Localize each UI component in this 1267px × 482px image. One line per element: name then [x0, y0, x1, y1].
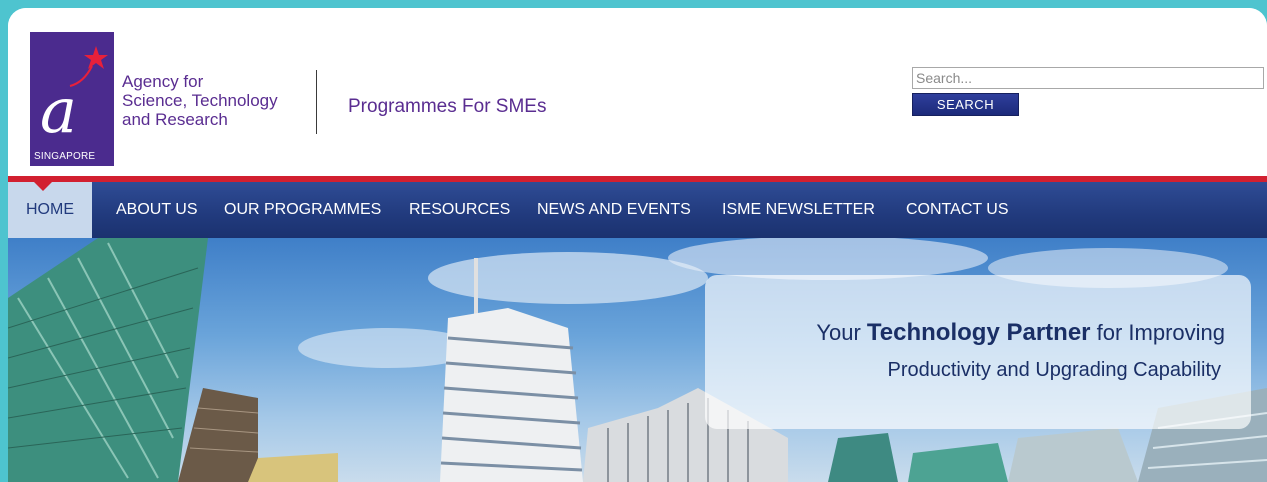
agency-name: Agency for Science, Technology and Resea… — [122, 72, 312, 129]
nav-item-our-programmes[interactable]: OUR PROGRAMMES — [206, 182, 399, 238]
tagline-part2: for Improving — [1090, 320, 1225, 345]
agency-name-line3: and Research — [122, 110, 228, 129]
logo-country-label: SINGAPORE — [34, 151, 96, 162]
search-input[interactable] — [912, 67, 1264, 89]
header-divider — [316, 70, 317, 134]
main-nav: HOME ABOUT US OUR PROGRAMMES RESOURCES N… — [8, 182, 1267, 238]
astar-logo[interactable]: a SINGAPORE — [30, 32, 114, 166]
search-button[interactable]: SEARCH — [912, 93, 1019, 116]
logo-letter: a — [40, 74, 77, 147]
astar-logo-mark: a — [40, 46, 108, 147]
nav-item-news-and-events[interactable]: NEWS AND EVENTS — [519, 182, 709, 238]
tagline-highlight: Technology Partner — [866, 319, 1091, 346]
red-star-icon — [84, 46, 108, 69]
nav-item-resources[interactable]: RESOURCES — [391, 182, 528, 238]
agency-name-line1: Agency for — [122, 72, 204, 91]
agency-name-line2: Science, Technology — [122, 91, 278, 110]
hero-banner: Your Technology Partner for Improving Pr… — [8, 238, 1267, 482]
active-nav-pointer-icon — [34, 182, 52, 191]
tagline-line1: Your Technology Partner for Improving — [705, 319, 1251, 347]
tagline-part1: Your — [816, 320, 867, 345]
tagline-panel: Your Technology Partner for Improving Pr… — [705, 275, 1251, 429]
site-header: a SINGAPORE Agency for Science, Technolo… — [8, 8, 1267, 176]
nav-item-contact-us[interactable]: CONTACT US — [888, 182, 1027, 238]
nav-item-isme-newsletter[interactable]: ISME NEWSLETTER — [704, 182, 893, 238]
page: a SINGAPORE Agency for Science, Technolo… — [8, 8, 1267, 482]
tagline-line2: Productivity and Upgrading Capability — [887, 359, 1221, 381]
nav-item-about-us[interactable]: ABOUT US — [98, 182, 216, 238]
site-title[interactable]: Programmes For SMEs — [348, 96, 546, 118]
